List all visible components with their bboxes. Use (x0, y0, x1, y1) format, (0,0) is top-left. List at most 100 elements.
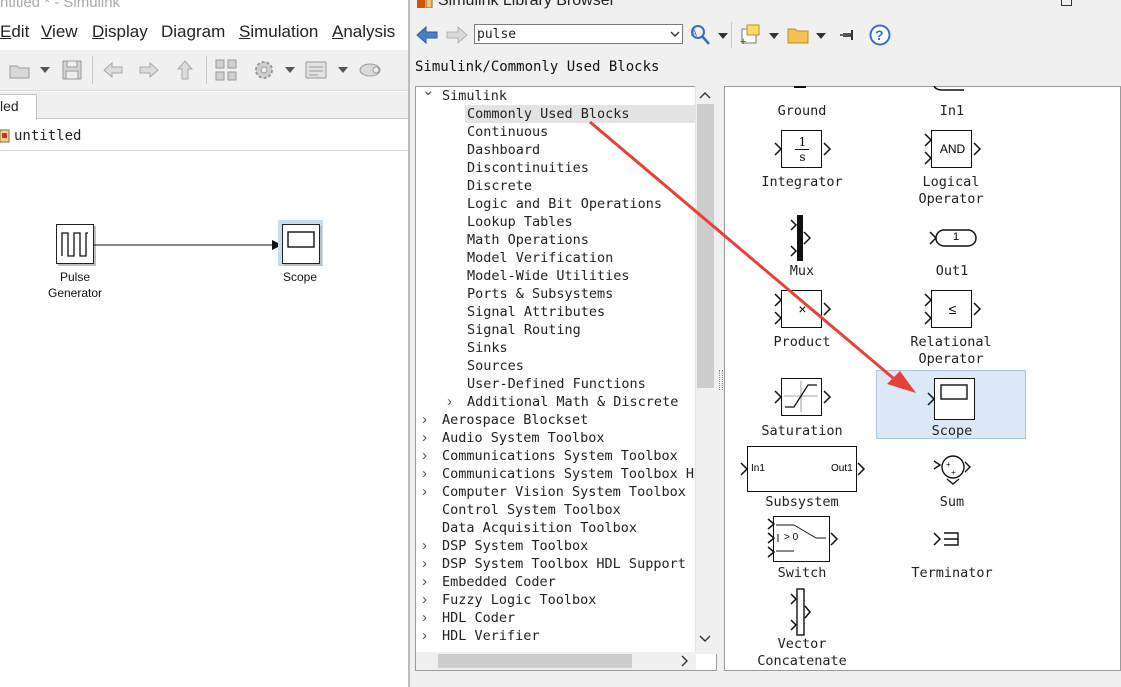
settings-dropdown-icon[interactable] (285, 67, 295, 73)
tree-collapsed-chevron-icon[interactable]: › (422, 537, 427, 555)
scroll-down-chevron-icon[interactable] (699, 634, 711, 644)
breadcrumb-model-name[interactable]: untitled (14, 128, 81, 144)
tree-item[interactable]: Math Operations (467, 231, 589, 249)
tree-item-toolbox[interactable]: Computer Vision System Toolbox (442, 483, 686, 501)
scroll-right-chevron-icon[interactable] (679, 655, 689, 667)
in1-block-icon[interactable] (930, 86, 970, 92)
tree-item[interactable]: Sinks (467, 339, 508, 357)
open-dropdown-icon[interactable] (816, 33, 826, 39)
scope-library-block[interactable] (934, 378, 975, 420)
sum-block-icon[interactable]: + + (931, 451, 973, 487)
library-browser-icon[interactable] (214, 58, 238, 82)
forward-arrow-icon[interactable] (446, 25, 468, 45)
tree-collapsed-chevron-icon[interactable]: › (422, 411, 427, 429)
back-arrow-icon[interactable] (101, 58, 125, 82)
switch-block[interactable]: > 0 (773, 516, 830, 562)
tree-item[interactable]: Sources (467, 357, 524, 375)
tree-item[interactable]: Dashboard (467, 141, 540, 159)
tree-collapsed-chevron-icon[interactable]: › (422, 591, 427, 609)
model-tab[interactable]: led (0, 94, 37, 120)
tree-expanded-chevron-icon[interactable]: ⌄ (422, 87, 435, 100)
tree-item-toolbox[interactable]: DSP System Toolbox (442, 537, 588, 555)
search-box[interactable] (474, 24, 683, 44)
new-model-icon[interactable]: + (739, 23, 765, 47)
tree-collapsed-chevron-icon[interactable]: › (422, 429, 427, 447)
menu-edit[interactable]: Edit (0, 22, 29, 42)
find-dropdown-icon[interactable] (718, 33, 728, 39)
tree-item[interactable]: Signal Routing (467, 321, 581, 339)
save-icon[interactable] (60, 58, 84, 82)
tree-item-commonly-used-blocks-selected[interactable]: Commonly Used Blocks (465, 105, 695, 123)
tree-item-toolbox[interactable]: Data Acquisition Toolbox (442, 519, 637, 537)
relational-operator-block[interactable]: ≤ (931, 290, 972, 328)
scroll-up-chevron-icon[interactable] (699, 90, 711, 100)
tree-item[interactable]: Discrete (467, 177, 532, 195)
tree-item-toolbox[interactable]: Embedded Coder (442, 573, 556, 591)
tree-collapsed-chevron-icon[interactable]: › (422, 447, 427, 465)
pin-icon[interactable] (840, 27, 858, 43)
maximize-icon[interactable] (1061, 0, 1072, 6)
tree-item-toolbox[interactable]: DSP System Toolbox HDL Support (442, 555, 686, 573)
tree-item[interactable]: Continuous (467, 123, 548, 141)
subsystem-block[interactable]: In1 Out1 (747, 446, 857, 492)
tree-item[interactable]: Model-Wide Utilities (467, 267, 630, 285)
back-arrow-icon[interactable] (416, 25, 438, 45)
tree-item[interactable]: Model Verification (467, 249, 613, 267)
logical-operator-block[interactable]: AND (931, 130, 972, 168)
tree-item[interactable]: Logic and Bit Operations (467, 195, 662, 213)
open-folder-icon[interactable] (8, 58, 32, 82)
tree-collapsed-chevron-icon[interactable]: › (422, 483, 427, 501)
tree-item[interactable]: Discontinuities (467, 159, 589, 177)
product-block[interactable]: × (781, 290, 822, 328)
tree-item[interactable]: User-Defined Functions (467, 375, 646, 393)
tree-item[interactable]: Additional Math & Discrete (467, 393, 678, 411)
search-history-chevron-down-icon[interactable] (668, 25, 682, 43)
tree-horizontal-scroll-thumb[interactable] (438, 654, 632, 668)
menu-analysis[interactable]: Analysis (332, 22, 395, 42)
forward-arrow-icon[interactable] (137, 58, 161, 82)
vector-concatenate-block-icon[interactable] (790, 588, 812, 636)
tree-item-toolbox[interactable]: Communications System Toolbox (442, 447, 678, 465)
tree-item[interactable]: Ports & Subsystems (467, 285, 613, 303)
tree-collapsed-chevron-icon[interactable]: › (422, 555, 427, 573)
tree-item-toolbox[interactable]: Audio System Toolbox (442, 429, 605, 447)
find-block-icon[interactable]: A (689, 23, 715, 47)
ground-block-icon[interactable] (790, 86, 810, 92)
menu-simulation[interactable]: Simulation (239, 22, 318, 42)
terminator-block-icon[interactable] (932, 530, 962, 548)
help-icon[interactable]: ? (869, 24, 891, 46)
tree-item-toolbox[interactable]: HDL Coder (442, 609, 515, 627)
open-folder-icon[interactable] (787, 25, 811, 45)
signal-line[interactable] (94, 236, 284, 254)
tree-collapsed-chevron-icon[interactable]: › (422, 573, 427, 591)
panel-splitter[interactable] (717, 86, 724, 671)
saturation-block[interactable] (781, 378, 822, 416)
scope-block[interactable] (282, 224, 320, 264)
library-tree-panel[interactable]: Simulink ⌄ Commonly Used Blocks Continuous D… (415, 86, 717, 671)
tree-item[interactable]: Signal Attributes (467, 303, 605, 321)
pulse-generator-block[interactable] (56, 224, 94, 264)
tree-collapsed-chevron-icon[interactable]: › (447, 393, 452, 411)
explorer-dropdown-icon[interactable] (338, 67, 348, 73)
tree-vertical-scroll-thumb[interactable] (697, 104, 714, 388)
tree-collapsed-chevron-icon[interactable]: › (422, 609, 427, 627)
new-dropdown-icon[interactable] (769, 33, 779, 39)
link-icon[interactable] (358, 58, 382, 82)
menu-display[interactable]: Display (92, 22, 148, 42)
model-explorer-icon[interactable] (304, 58, 328, 82)
tree-collapsed-chevron-icon[interactable]: › (422, 627, 427, 645)
tree-item[interactable]: Lookup Tables (467, 213, 573, 231)
tree-item-toolbox[interactable]: HDL Verifier (442, 627, 540, 645)
tree-item-toolbox[interactable]: Control System Toolbox (442, 501, 621, 519)
up-arrow-icon[interactable] (173, 58, 197, 82)
menu-view[interactable]: View (41, 22, 78, 42)
open-dropdown-icon[interactable] (40, 67, 50, 73)
tree-item-toolbox[interactable]: Communications System Toolbox HDL (442, 465, 710, 483)
menu-diagram[interactable]: Diagram (161, 22, 225, 42)
tree-item-toolbox[interactable]: Aerospace Blockset (442, 411, 588, 429)
integrator-block[interactable]: 1 s (781, 130, 822, 168)
search-input[interactable] (477, 26, 657, 42)
tree-item-simulink[interactable]: Simulink (442, 87, 507, 105)
mux-block-icon[interactable] (790, 214, 812, 262)
tree-collapsed-chevron-icon[interactable]: › (422, 465, 427, 483)
